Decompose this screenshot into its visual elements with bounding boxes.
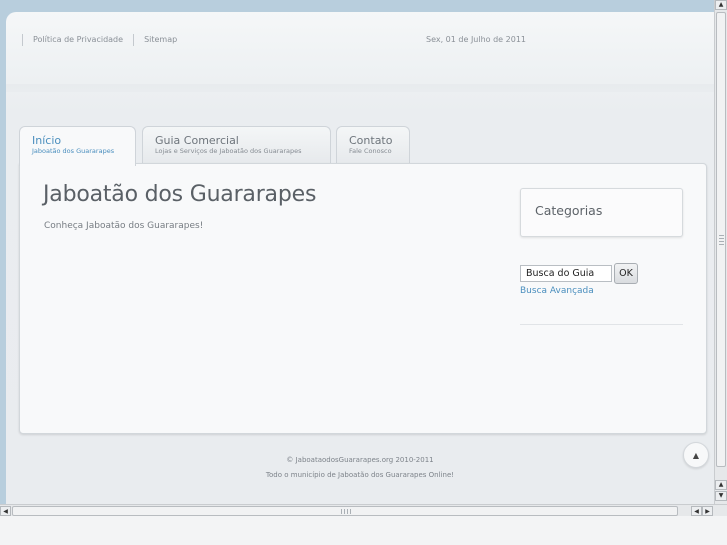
browser-viewport: Política de Privacidade Sitemap Sex, 01 … bbox=[0, 0, 714, 504]
page-title: Jaboatão dos Guararapes bbox=[43, 182, 317, 207]
scroll-left-button[interactable]: ◀ bbox=[0, 506, 11, 516]
arrow-down-icon: ▼ bbox=[718, 492, 724, 499]
vertical-scroll-thumb[interactable] bbox=[716, 12, 726, 467]
tab-contato-title: Contato bbox=[349, 134, 393, 147]
guide-search-input[interactable] bbox=[520, 265, 612, 282]
footer-tagline: Todo o município de Jaboatão dos Guarara… bbox=[265, 471, 455, 479]
sitemap-link[interactable]: Sitemap bbox=[133, 34, 187, 46]
tab-contato[interactable]: Contato Fale Conosco bbox=[336, 126, 410, 164]
scroll-right-button[interactable]: ▶ bbox=[702, 506, 713, 516]
categories-title: Categorias bbox=[535, 203, 603, 218]
page: Política de Privacidade Sitemap Sex, 01 … bbox=[6, 12, 714, 504]
grip-icon bbox=[341, 509, 351, 514]
arrow-left-icon: ◀ bbox=[694, 507, 699, 515]
arrow-right-icon: ▶ bbox=[705, 507, 710, 515]
scroll-down-button[interactable]: ▼ bbox=[715, 491, 727, 501]
header-band bbox=[6, 84, 714, 92]
arrow-up-icon: ▲ bbox=[718, 1, 724, 8]
vertical-scrollbar[interactable]: ▲ ▲ ▼ bbox=[714, 0, 727, 504]
scroll-up-button-lower[interactable]: ▲ bbox=[715, 480, 727, 490]
tab-inicio-title: Início bbox=[32, 134, 62, 147]
intro-text: Conheça Jaboatão dos Guararapes! bbox=[44, 221, 204, 231]
footer-copyright: © JaboataodosGuararapes.org 2010-2011 bbox=[286, 456, 434, 464]
arrow-up-icon: ▲ bbox=[718, 481, 724, 488]
sidebar-divider bbox=[520, 324, 683, 325]
tab-guia-comercial-subtitle: Lojas e Serviços de Jaboatão dos Guarara… bbox=[155, 147, 302, 155]
arrow-up-icon: ▲ bbox=[692, 450, 700, 460]
arrow-left-icon: ◀ bbox=[3, 507, 8, 515]
tab-inicio-subtitle: Jaboatão dos Guararapes bbox=[32, 147, 115, 155]
tab-guia-comercial-title: Guia Comercial bbox=[155, 134, 239, 147]
search-ok-button[interactable]: OK bbox=[614, 263, 638, 284]
scroll-left-button-right[interactable]: ◀ bbox=[691, 506, 702, 516]
content-panel: Jaboatão dos Guararapes Conheça Jaboatão… bbox=[19, 163, 707, 434]
horizontal-scrollbar[interactable]: ◀ ◀ ▶ bbox=[0, 504, 727, 516]
back-to-top-button[interactable]: ▲ bbox=[683, 442, 709, 468]
categories-box: Categorias bbox=[520, 188, 683, 237]
horizontal-scroll-thumb[interactable] bbox=[12, 506, 678, 516]
advanced-search-link[interactable]: Busca Avançada bbox=[520, 286, 594, 296]
tab-contato-subtitle: Fale Conosco bbox=[349, 147, 392, 155]
current-date: Sex, 01 de Julho de 2011 bbox=[426, 35, 527, 44]
privacy-policy-link[interactable]: Política de Privacidade bbox=[22, 34, 133, 46]
tab-inicio[interactable]: Início Jaboatão dos Guararapes bbox=[19, 126, 136, 166]
grip-icon bbox=[719, 235, 724, 245]
tab-guia-comercial[interactable]: Guia Comercial Lojas e Serviços de Jaboa… bbox=[142, 126, 331, 164]
scroll-up-button[interactable]: ▲ bbox=[715, 0, 727, 10]
top-links: Política de Privacidade Sitemap bbox=[22, 34, 187, 46]
